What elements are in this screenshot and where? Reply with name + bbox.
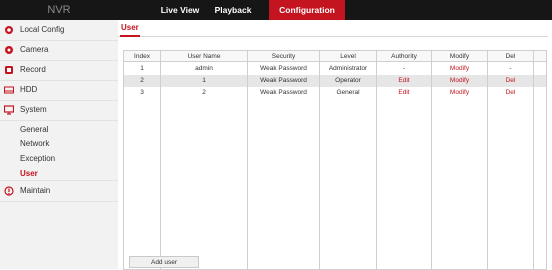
record-icon [5,66,13,74]
sidebar-item-hdd[interactable]: HDD [0,80,118,101]
sidebar-subitem-exception[interactable]: Exception [20,152,55,166]
main-content: User Index User Name Security Level Auth… [118,20,552,270]
sidebar-subitem-network[interactable]: Network [20,137,49,151]
nav-configuration[interactable]: Configuration [269,0,345,20]
sidebar-item-label: Local Config [20,25,65,34]
cell-security: Weak Password [248,75,320,87]
edit-link[interactable]: Edit [377,87,432,99]
col-header-index: Index [124,51,161,62]
table-row[interactable]: 1 admin Weak Password Administrator - Mo… [124,63,546,75]
sidebar-subitem-user[interactable]: User [20,167,38,181]
table-row[interactable]: 3 2 Weak Password General Edit Modify De… [124,87,546,99]
col-header-modify: Modify [432,51,488,62]
top-bar: NVR Live View Playback Configuration [0,0,552,20]
delete-link[interactable]: Del [488,87,534,99]
camera-icon [5,46,13,54]
cell-user-name: 2 [161,87,248,99]
local-config-icon [5,26,13,34]
nav-playback[interactable]: Playback [204,0,262,20]
sidebar-item-record[interactable]: Record [0,60,118,81]
sidebar-item-label: Record [20,65,46,74]
table-row[interactable]: 2 1 Weak Password Operator Edit Modify D… [124,75,546,87]
sidebar-item-maintain[interactable]: Maintain [0,180,118,202]
tab-row: User [118,20,548,37]
cell-security: Weak Password [248,87,320,99]
sidebar-item-label: Camera [20,45,49,54]
cell-user-name: admin [161,63,248,75]
cell-index: 3 [124,87,161,99]
monitor-icon [4,105,14,115]
modify-link[interactable]: Modify [432,75,488,87]
cell-user-name: 1 [161,75,248,87]
sidebar-subitem-general[interactable]: General [20,123,48,137]
sidebar-item-local-config[interactable]: Local Config [0,20,118,41]
cell-level: Operator [320,75,377,87]
cell-security: Weak Password [248,63,320,75]
col-header-security: Security [248,51,320,62]
add-user-button[interactable]: Add user [129,256,199,268]
sidebar-item-label: System [20,105,47,114]
sidebar: Local Config Camera Record HDD System Ge… [0,20,118,269]
sidebar-item-label: Maintain [20,186,51,195]
col-header-level: Level [320,51,377,62]
nav-live-view[interactable]: Live View [151,0,209,20]
user-table: Index User Name Security Level Authority… [123,50,547,270]
info-icon [4,186,14,196]
cell-del: - [488,63,534,75]
edit-link[interactable]: Edit [377,75,432,87]
col-header-del: Del [488,51,534,62]
col-header-user-name: User Name [161,51,248,62]
col-header-spacer [534,51,546,62]
sidebar-item-label: HDD [20,85,38,94]
cell-level: Administrator [320,63,377,75]
cell-authority: - [377,63,432,75]
delete-link[interactable]: Del [488,75,534,87]
col-header-authority: Authority [377,51,432,62]
hdd-icon [4,86,14,94]
app-logo: NVR [47,4,71,16]
sidebar-item-camera[interactable]: Camera [0,40,118,61]
modify-link[interactable]: Modify [432,87,488,99]
modify-link[interactable]: Modify [432,63,488,75]
tab-user[interactable]: User [120,20,140,37]
cell-index: 1 [124,63,161,75]
cell-index: 2 [124,75,161,87]
sidebar-item-system[interactable]: System [0,100,118,121]
cell-level: General [320,87,377,99]
